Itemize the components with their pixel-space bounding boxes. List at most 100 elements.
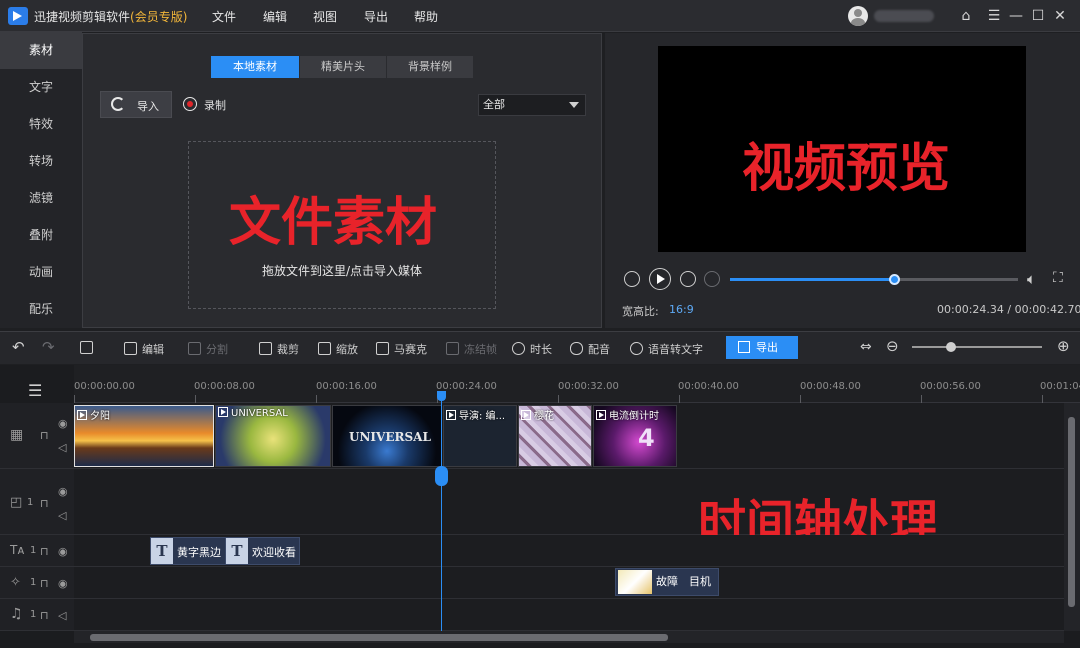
undo-icon[interactable]: ↶: [12, 338, 25, 356]
music-track[interactable]: [74, 599, 1064, 631]
timeline-horizontal-scrollbar[interactable]: [74, 631, 1064, 643]
timeline-ruler[interactable]: 00:00:00.00 00:00:08.00 00:00:16.00 00:0…: [74, 365, 1080, 403]
speaker-icon[interactable]: ◁: [58, 509, 66, 522]
split-button[interactable]: 分割: [188, 341, 228, 357]
split-label: 分割: [206, 343, 228, 356]
zoom-button[interactable]: 缩放: [318, 341, 358, 357]
media-dropzone[interactable]: 文件素材 拖放文件到这里/点击导入媒体: [188, 141, 496, 309]
menu-export[interactable]: 导出: [364, 8, 388, 25]
lock-icon[interactable]: ⊓: [40, 497, 49, 510]
stop-icon[interactable]: [704, 271, 720, 287]
video-clip-universal-a[interactable]: UNIVERSAL: [215, 405, 331, 467]
lock-icon[interactable]: ⊓: [40, 577, 49, 590]
video-clip-director[interactable]: 导演: 编...: [443, 405, 517, 467]
eye-icon[interactable]: ◉: [58, 577, 68, 590]
sidebar-item-animation[interactable]: 动画: [0, 254, 82, 291]
export-button[interactable]: 导出: [726, 336, 798, 359]
sidebar-item-media[interactable]: 素材: [0, 32, 82, 69]
lock-icon[interactable]: ⊓: [40, 609, 49, 622]
speaker-icon[interactable]: ◁: [58, 441, 66, 454]
delete-icon[interactable]: [80, 341, 98, 355]
tick: [1042, 395, 1043, 403]
effects-track[interactable]: 故障 目机: [74, 567, 1064, 599]
import-button[interactable]: 导入: [100, 91, 172, 118]
fit-timeline-icon[interactable]: ⇔: [860, 339, 872, 355]
preview-panel: 视频预览 🔈︎ ⛶ 宽高比: 16:9 00:00:24.34 / 00:00:…: [605, 33, 1080, 328]
eye-icon[interactable]: ◉: [58, 485, 68, 498]
fullscreen-icon[interactable]: ⛶: [1053, 270, 1063, 286]
record-icon[interactable]: [183, 97, 197, 111]
text-clip-welcome[interactable]: T 欢迎收看: [225, 537, 300, 565]
duration-button[interactable]: 时长: [512, 341, 552, 357]
tab-local-media[interactable]: 本地素材: [211, 56, 299, 78]
video-clip-cherry[interactable]: 樱花: [518, 405, 592, 467]
speech-to-text-button[interactable]: 语音转文字: [630, 341, 703, 357]
playhead-line[interactable]: [441, 391, 442, 631]
video-clip-sunset[interactable]: 夕阳: [74, 405, 214, 467]
home-icon[interactable]: ⌂: [956, 6, 976, 26]
timeline-zoom-knob[interactable]: [946, 342, 956, 352]
sidebar-item-transitions[interactable]: 转场: [0, 143, 82, 180]
media-filter-select[interactable]: 全部: [478, 94, 586, 116]
tick: [921, 395, 922, 403]
menu-file[interactable]: 文件: [212, 8, 236, 25]
effect-clip-glitch[interactable]: 故障 目机: [615, 568, 719, 596]
eye-icon[interactable]: ◉: [58, 545, 68, 558]
volume-icon[interactable]: 🔈︎: [1027, 270, 1036, 288]
sidebar-item-text[interactable]: 文字: [0, 69, 82, 106]
film-icon: ▦: [10, 427, 24, 443]
prev-frame-icon[interactable]: [624, 271, 640, 287]
close-icon[interactable]: ✕: [1050, 6, 1070, 26]
playhead-handle[interactable]: [437, 391, 446, 401]
eye-icon[interactable]: ◉: [58, 417, 68, 430]
text-track[interactable]: T 黄字黑边 T 欢迎收看: [74, 535, 1064, 567]
menu-help[interactable]: 帮助: [414, 8, 438, 25]
freeze-label: 冻结帧: [464, 343, 497, 356]
sidebar-item-music[interactable]: 配乐: [0, 291, 82, 328]
next-frame-icon[interactable]: [680, 271, 696, 287]
minimize-icon[interactable]: —: [1006, 6, 1026, 26]
sidebar-item-overlay[interactable]: 叠附: [0, 217, 82, 254]
timeline: ☰ 00:00:00.00 00:00:08.00 00:00:16.00 00…: [0, 365, 1080, 648]
edit-button[interactable]: 编辑: [124, 341, 164, 357]
video-track[interactable]: 夕阳 UNIVERSAL UNIVERSAL 导演: 编... 樱花 电流倒计时…: [74, 403, 1064, 469]
menu-view[interactable]: 视图: [313, 8, 337, 25]
playhead-grip[interactable]: [435, 466, 448, 486]
crop-button[interactable]: 裁剪: [259, 341, 299, 357]
timeline-zoom-slider[interactable]: [912, 346, 1042, 348]
lock-icon[interactable]: ⊓: [40, 545, 49, 558]
preview-screen[interactable]: 视频预览: [658, 46, 1026, 252]
dub-button[interactable]: 配音: [570, 341, 610, 357]
freeze-frame-button[interactable]: 冻结帧: [446, 341, 497, 357]
overlay-track[interactable]: 时间轴处理: [74, 469, 1064, 551]
scrollbar-thumb[interactable]: [90, 634, 668, 641]
tab-intros[interactable]: 精美片头: [300, 56, 386, 78]
preview-progress[interactable]: [730, 274, 1018, 285]
add-track-icon[interactable]: ☰: [28, 381, 42, 400]
timeline-vertical-scrollbar[interactable]: [1064, 403, 1080, 631]
video-clip-countdown[interactable]: 电流倒计时 4: [593, 405, 677, 467]
overlay-icon: ◰: [10, 495, 23, 510]
play-icon[interactable]: [649, 268, 671, 290]
video-clip-universal-b[interactable]: UNIVERSAL: [332, 405, 442, 467]
lock-icon[interactable]: ⊓: [40, 429, 49, 442]
dub-label: 配音: [588, 343, 610, 356]
username-blurred[interactable]: [874, 10, 934, 22]
sidebar-item-filters[interactable]: 滤镜: [0, 180, 82, 217]
sidebar-item-effects[interactable]: 特效: [0, 106, 82, 143]
tab-backgrounds[interactable]: 背景样例: [387, 56, 473, 78]
avatar[interactable]: [848, 6, 868, 26]
text-clip-yellow-black[interactable]: T 黄字黑边: [150, 537, 226, 565]
mosaic-button[interactable]: 马赛克: [376, 341, 427, 357]
redo-icon[interactable]: ↷: [42, 338, 55, 356]
menu-edit[interactable]: 编辑: [263, 8, 287, 25]
scrollbar-thumb[interactable]: [1068, 417, 1075, 607]
zoom-in-icon[interactable]: ⊕: [1057, 337, 1070, 355]
speaker-icon[interactable]: ◁: [58, 609, 66, 622]
preview-progress-knob[interactable]: [889, 274, 901, 285]
zoom-out-icon[interactable]: ⊖: [886, 337, 899, 355]
menu-icon[interactable]: ☰: [984, 6, 1004, 26]
maximize-icon[interactable]: ☐: [1028, 6, 1048, 26]
record-label[interactable]: 录制: [204, 97, 226, 113]
aspect-ratio-value[interactable]: 16:9: [669, 303, 694, 316]
